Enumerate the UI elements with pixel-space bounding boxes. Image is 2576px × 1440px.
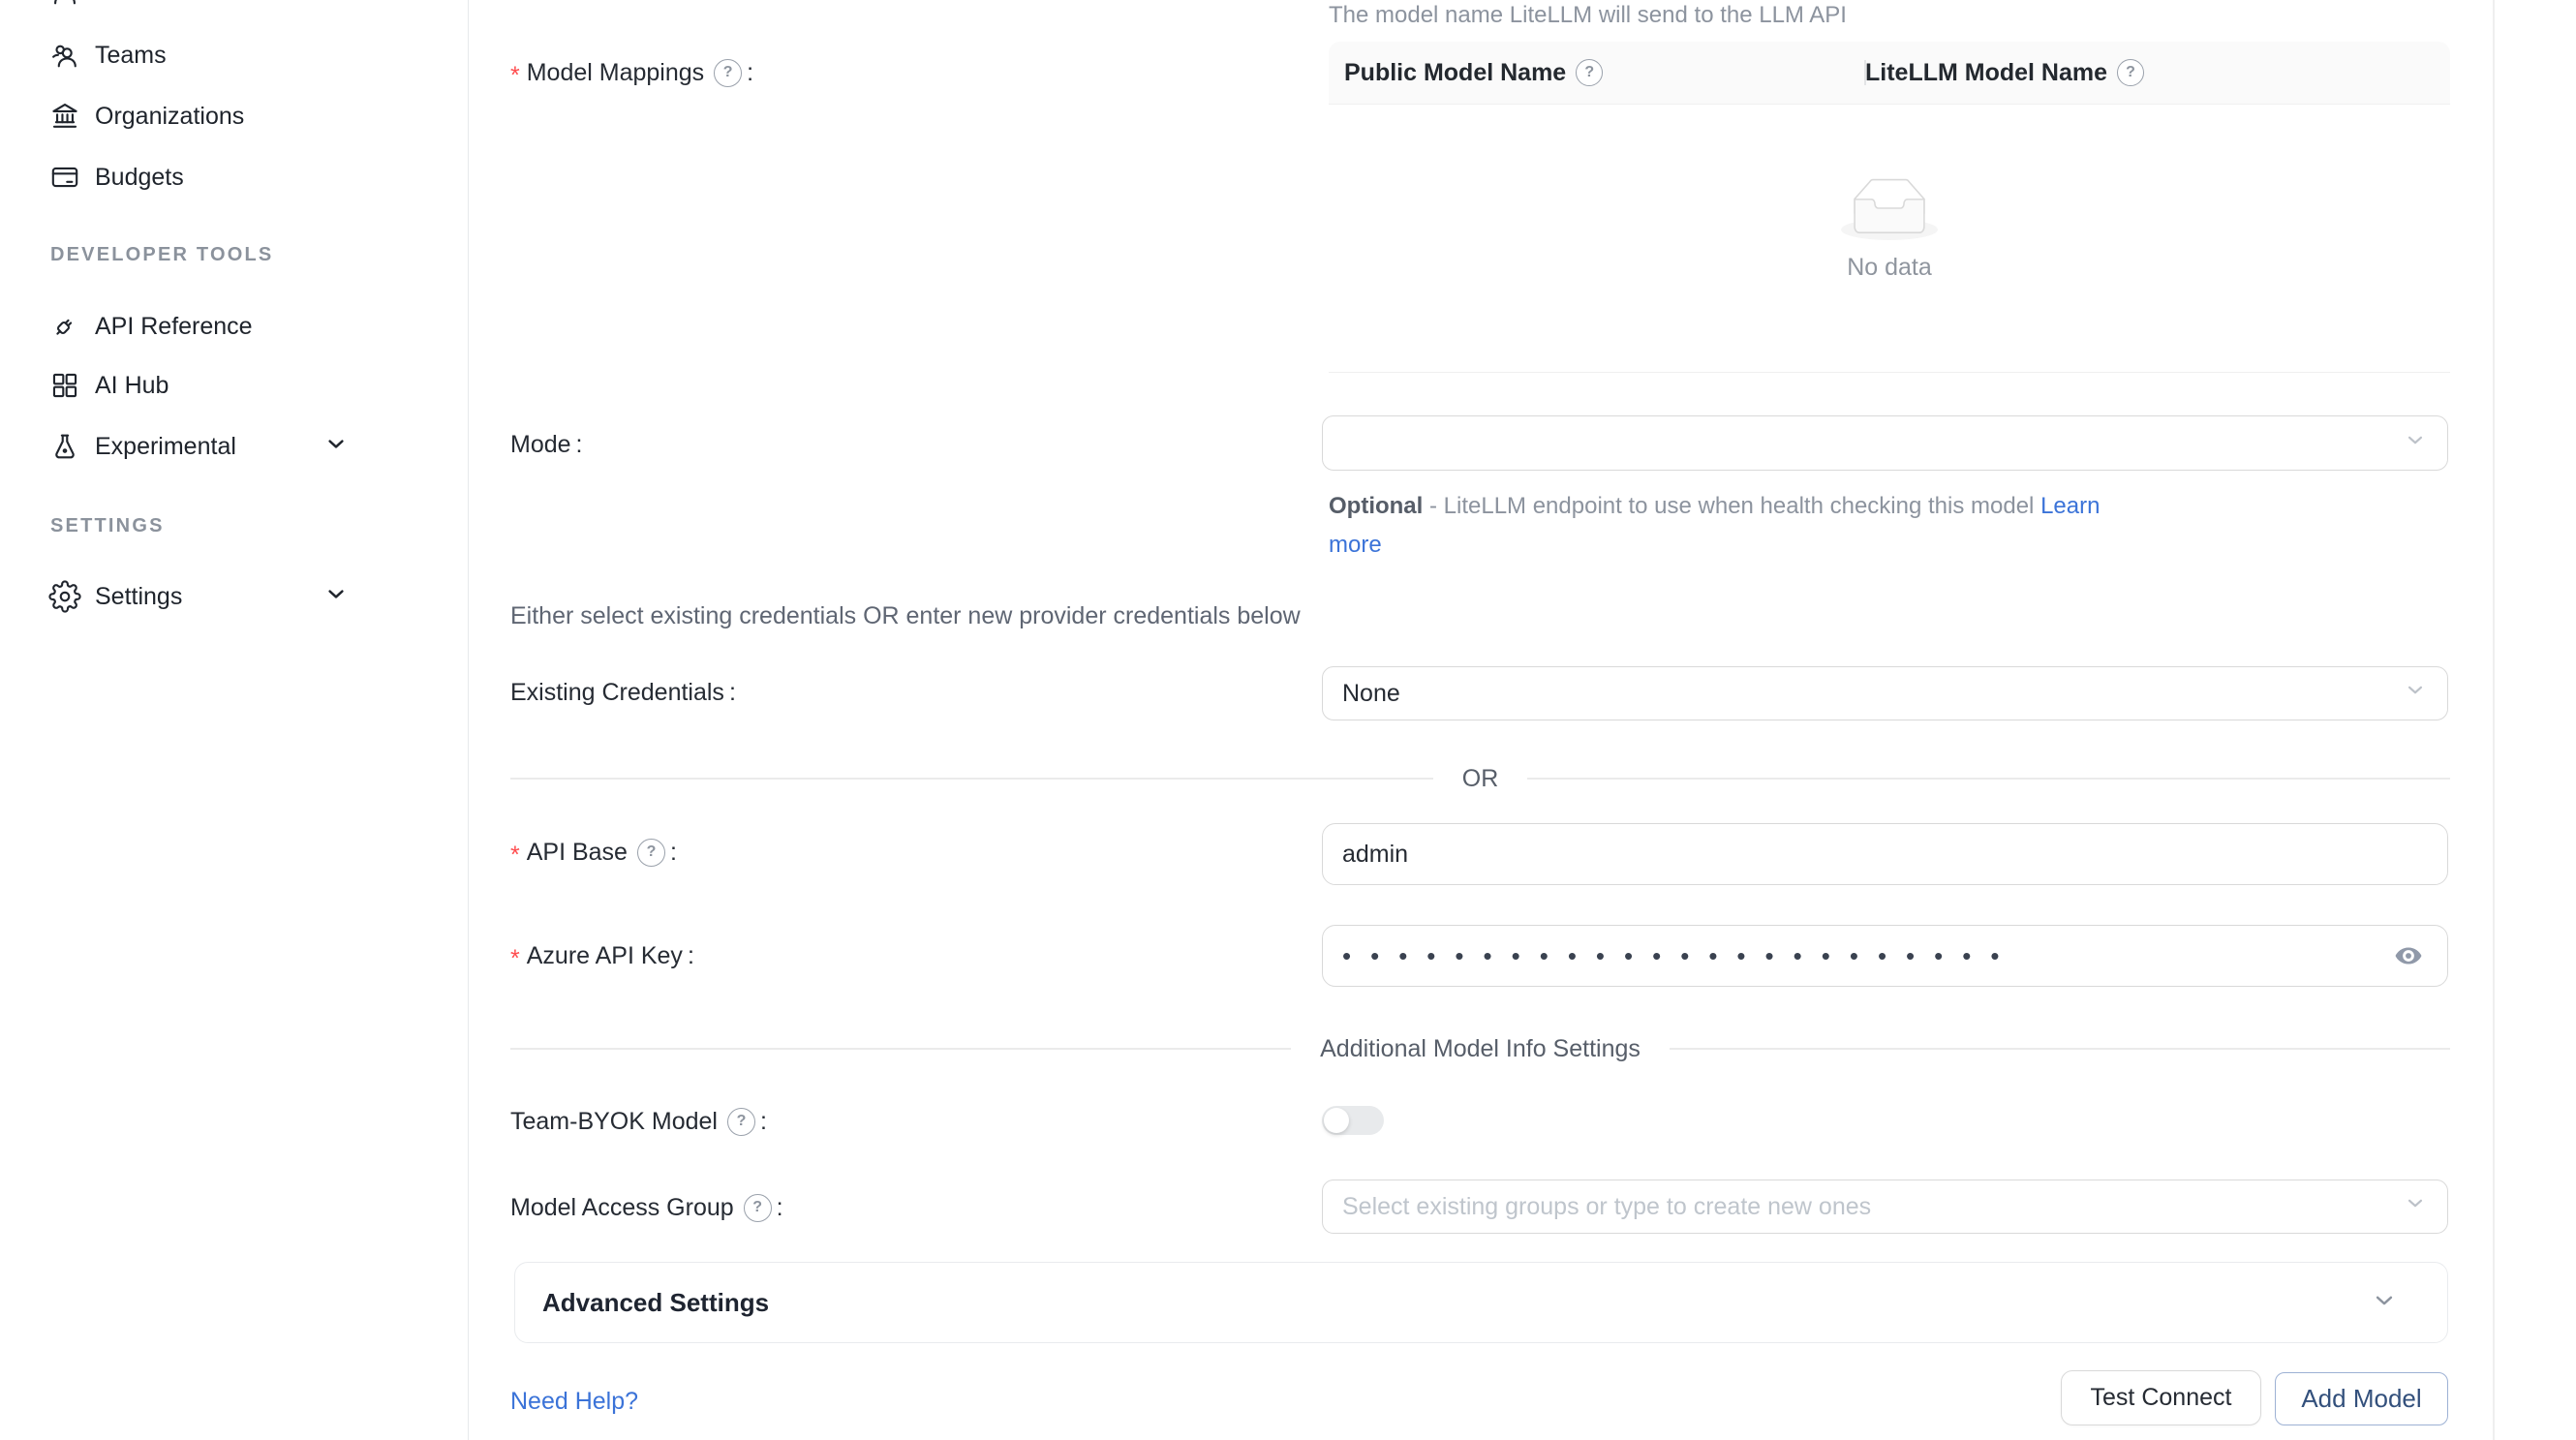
sidebar-item-teams[interactable]: Teams: [0, 28, 468, 82]
test-connect-button[interactable]: Test Connect: [2061, 1370, 2261, 1425]
or-divider: OR: [510, 764, 2450, 793]
sidebar-section-developer-tools: DEVELOPER TOOLS: [50, 242, 273, 267]
help-icon[interactable]: ?: [744, 1194, 772, 1222]
additional-settings-divider: Additional Model Info Settings: [510, 1034, 2450, 1063]
sidebar-item-internal-users[interactable]: Internal Users: [0, 0, 468, 19]
toggle-password-visibility-icon[interactable]: [2388, 940, 2429, 971]
sidebar-item-experimental[interactable]: Experimental: [0, 419, 468, 474]
flask-icon: [48, 430, 81, 463]
sidebar-item-label: Organizations: [95, 103, 244, 131]
mode-help-text: Optional - LiteLLM endpoint to use when …: [1329, 487, 2142, 565]
chevron-down-icon: [2370, 1286, 2399, 1320]
sidebar-item-settings[interactable]: Settings: [0, 569, 468, 624]
llm-model-name-hint: The model name LiteLLM will send to the …: [1329, 2, 1847, 29]
help-icon[interactable]: ?: [714, 59, 742, 87]
team-byok-label: Team-BYOK Model ? :: [510, 1107, 767, 1136]
credentials-hint: Either select existing credentials OR en…: [510, 602, 1301, 630]
advanced-settings-title: Advanced Settings: [542, 1288, 769, 1318]
right-edge-divider: [2493, 0, 2495, 1440]
chevron-down-icon: [2403, 427, 2428, 459]
no-data-text: No data: [1847, 254, 1932, 282]
sidebar-item-api-reference[interactable]: API Reference: [0, 299, 468, 353]
help-icon[interactable]: ?: [727, 1108, 755, 1136]
sidebar-item-label: Teams: [95, 42, 167, 70]
table-empty-state: No data: [1329, 105, 2450, 373]
api-base-label: * API Base ? :: [510, 838, 677, 867]
toggle-knob: [1324, 1108, 1349, 1133]
sidebar-item-label: Experimental: [95, 433, 236, 461]
existing-credentials-label: Existing Credentials :: [510, 678, 736, 707]
need-help-link[interactable]: Need Help?: [510, 1387, 638, 1416]
sidebar-section-settings: SETTINGS: [50, 513, 165, 538]
advanced-settings-panel[interactable]: Advanced Settings: [514, 1262, 2448, 1343]
help-icon[interactable]: ?: [2117, 59, 2144, 86]
column-header-public-model-name: Public Model Name ?: [1329, 59, 1849, 87]
team-byok-toggle[interactable]: [1322, 1106, 1384, 1135]
empty-inbox-icon: [1841, 178, 1938, 240]
api-base-input[interactable]: [1322, 823, 2448, 885]
users-icon: [48, 39, 81, 72]
required-mark: *: [510, 58, 520, 90]
mode-select[interactable]: [1322, 415, 2448, 471]
add-model-button[interactable]: Add Model: [2275, 1372, 2448, 1425]
sidebar: Internal Users Teams Organizations Budge…: [0, 0, 469, 1440]
model-access-group-label: Model Access Group ? :: [510, 1193, 783, 1222]
sidebar-item-label: Internal Users: [95, 0, 246, 7]
grid-icon: [48, 369, 81, 402]
chevron-down-icon: [322, 431, 350, 463]
gear-icon: [48, 580, 81, 613]
column-header-litellm-model-name: LiteLLM Model Name ?: [1849, 59, 2144, 87]
help-icon[interactable]: ?: [637, 839, 665, 867]
sidebar-item-budgets[interactable]: Budgets: [0, 150, 468, 204]
learn-more-link[interactable]: more: [1329, 532, 1382, 558]
model-mappings-table: Public Model Name ? LiteLLM Model Name ?: [1329, 42, 2450, 373]
sidebar-item-label: Budgets: [95, 164, 184, 192]
select-placeholder: Select existing groups or type to create…: [1342, 1193, 1871, 1221]
selected-value: None: [1342, 680, 1400, 708]
bank-icon: [48, 100, 81, 133]
model-mappings-label: * Model Mappings ? :: [510, 58, 753, 87]
chevron-down-icon: [322, 581, 350, 613]
model-access-group-select[interactable]: Select existing groups or type to create…: [1322, 1180, 2448, 1234]
mode-label: Mode :: [510, 430, 583, 459]
plug-icon: [48, 310, 81, 343]
required-mark: *: [510, 941, 520, 973]
credit-card-icon: [48, 161, 81, 194]
sidebar-item-label: API Reference: [95, 313, 253, 341]
existing-credentials-select[interactable]: None: [1322, 666, 2448, 720]
sidebar-item-label: AI Hub: [95, 372, 169, 400]
sidebar-item-organizations[interactable]: Organizations: [0, 89, 468, 143]
table-header: Public Model Name ? LiteLLM Model Name ?: [1329, 42, 2450, 105]
sidebar-item-ai-hub[interactable]: AI Hub: [0, 358, 468, 413]
azure-api-key-field: [1322, 925, 2448, 987]
chevron-down-icon: [2403, 1191, 2428, 1223]
required-mark: *: [510, 838, 520, 870]
column-separator: [1864, 60, 1866, 85]
learn-more-link[interactable]: Learn: [2040, 493, 2100, 519]
sidebar-item-label: Settings: [95, 583, 182, 611]
azure-api-key-input[interactable]: [1322, 925, 2448, 987]
azure-api-key-label: * Azure API Key :: [510, 941, 694, 970]
help-icon[interactable]: ?: [1576, 59, 1603, 86]
user-icon: [48, 0, 81, 9]
chevron-down-icon: [2403, 678, 2428, 710]
